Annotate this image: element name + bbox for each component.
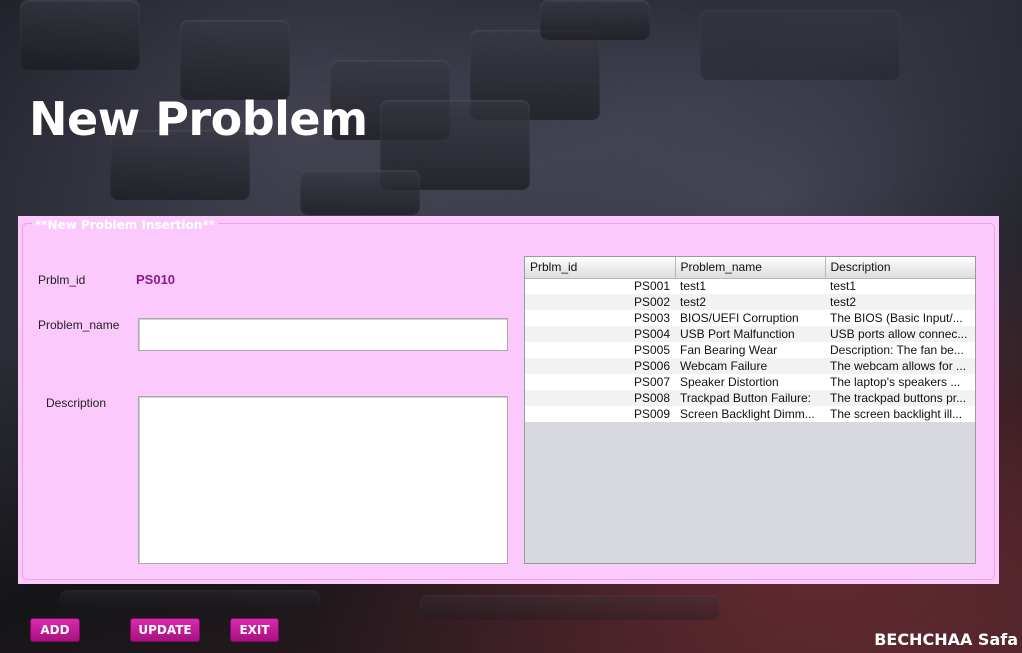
- cell-description: USB ports allow connec...: [825, 326, 975, 342]
- cell-problem-name: BIOS/UEFI Corruption: [675, 310, 825, 326]
- cell-prblm-id: PS006: [525, 358, 675, 374]
- problem-id-value: PS010: [136, 272, 176, 287]
- cell-problem-name: USB Port Malfunction: [675, 326, 825, 342]
- description-textarea[interactable]: [138, 396, 508, 564]
- cell-description: The webcam allows for ...: [825, 358, 975, 374]
- cell-problem-name: Screen Backlight Dimm...: [675, 406, 825, 422]
- add-button[interactable]: ADD: [30, 618, 80, 642]
- new-problem-form-panel: **New Problem Insertion** Prblm_id PS010…: [18, 216, 999, 584]
- exit-button[interactable]: EXIT: [230, 618, 279, 642]
- author-credit: BECHCHAA Safa: [874, 630, 1018, 649]
- cell-problem-name: Speaker Distortion: [675, 374, 825, 390]
- cell-description: The BIOS (Basic Input/...: [825, 310, 975, 326]
- cell-description: Description: The fan be...: [825, 342, 975, 358]
- table-row[interactable]: PS007 Speaker Distortion The laptop's sp…: [525, 374, 975, 390]
- cell-prblm-id: PS002: [525, 294, 675, 310]
- column-header-problem-name[interactable]: Problem_name: [675, 257, 826, 279]
- cell-description: test1: [825, 278, 975, 294]
- cell-problem-name: Webcam Failure: [675, 358, 825, 374]
- problem-name-label: Problem_name: [38, 318, 120, 332]
- cell-prblm-id: PS001: [525, 278, 675, 294]
- problem-id-label: Prblm_id: [38, 273, 86, 287]
- cell-description: The laptop's speakers ...: [825, 374, 975, 390]
- update-button[interactable]: UPDATE: [130, 618, 200, 642]
- table-row[interactable]: PS006 Webcam Failure The webcam allows f…: [525, 358, 975, 374]
- cell-problem-name: Fan Bearing Wear: [675, 342, 825, 358]
- table-header-row: Prblm_id Problem_name Description: [525, 257, 975, 279]
- cell-problem-name: test1: [675, 278, 825, 294]
- description-label: Description: [46, 396, 107, 410]
- problem-name-input[interactable]: [138, 318, 508, 351]
- table-row[interactable]: PS004 USB Port Malfunction USB ports all…: [525, 326, 975, 342]
- table-row[interactable]: PS009 Screen Backlight Dimm... The scree…: [525, 406, 975, 422]
- cell-problem-name: Trackpad Button Failure:: [675, 390, 825, 406]
- page-title: New Problem: [29, 92, 368, 146]
- cell-prblm-id: PS003: [525, 310, 675, 326]
- cell-prblm-id: PS004: [525, 326, 675, 342]
- cell-prblm-id: PS008: [525, 390, 675, 406]
- cell-prblm-id: PS009: [525, 406, 675, 422]
- column-header-prblm-id[interactable]: Prblm_id: [525, 257, 676, 279]
- table-row[interactable]: PS003 BIOS/UEFI Corruption The BIOS (Bas…: [525, 310, 975, 326]
- cell-problem-name: test2: [675, 294, 825, 310]
- table-row[interactable]: PS001 test1 test1: [525, 278, 975, 294]
- problems-table[interactable]: Prblm_id Problem_name Description PS001 …: [524, 256, 976, 564]
- cell-prblm-id: PS005: [525, 342, 675, 358]
- table-row[interactable]: PS005 Fan Bearing Wear Description: The …: [525, 342, 975, 358]
- cell-description: The trackpad buttons pr...: [825, 390, 975, 406]
- table-row[interactable]: PS008 Trackpad Button Failure: The track…: [525, 390, 975, 406]
- cell-description: The screen backlight ill...: [825, 406, 975, 422]
- column-header-description[interactable]: Description: [825, 257, 975, 279]
- cell-description: test2: [825, 294, 975, 310]
- panel-legend: **New Problem Insertion**: [32, 218, 218, 232]
- cell-prblm-id: PS007: [525, 374, 675, 390]
- table-row[interactable]: PS002 test2 test2: [525, 294, 975, 310]
